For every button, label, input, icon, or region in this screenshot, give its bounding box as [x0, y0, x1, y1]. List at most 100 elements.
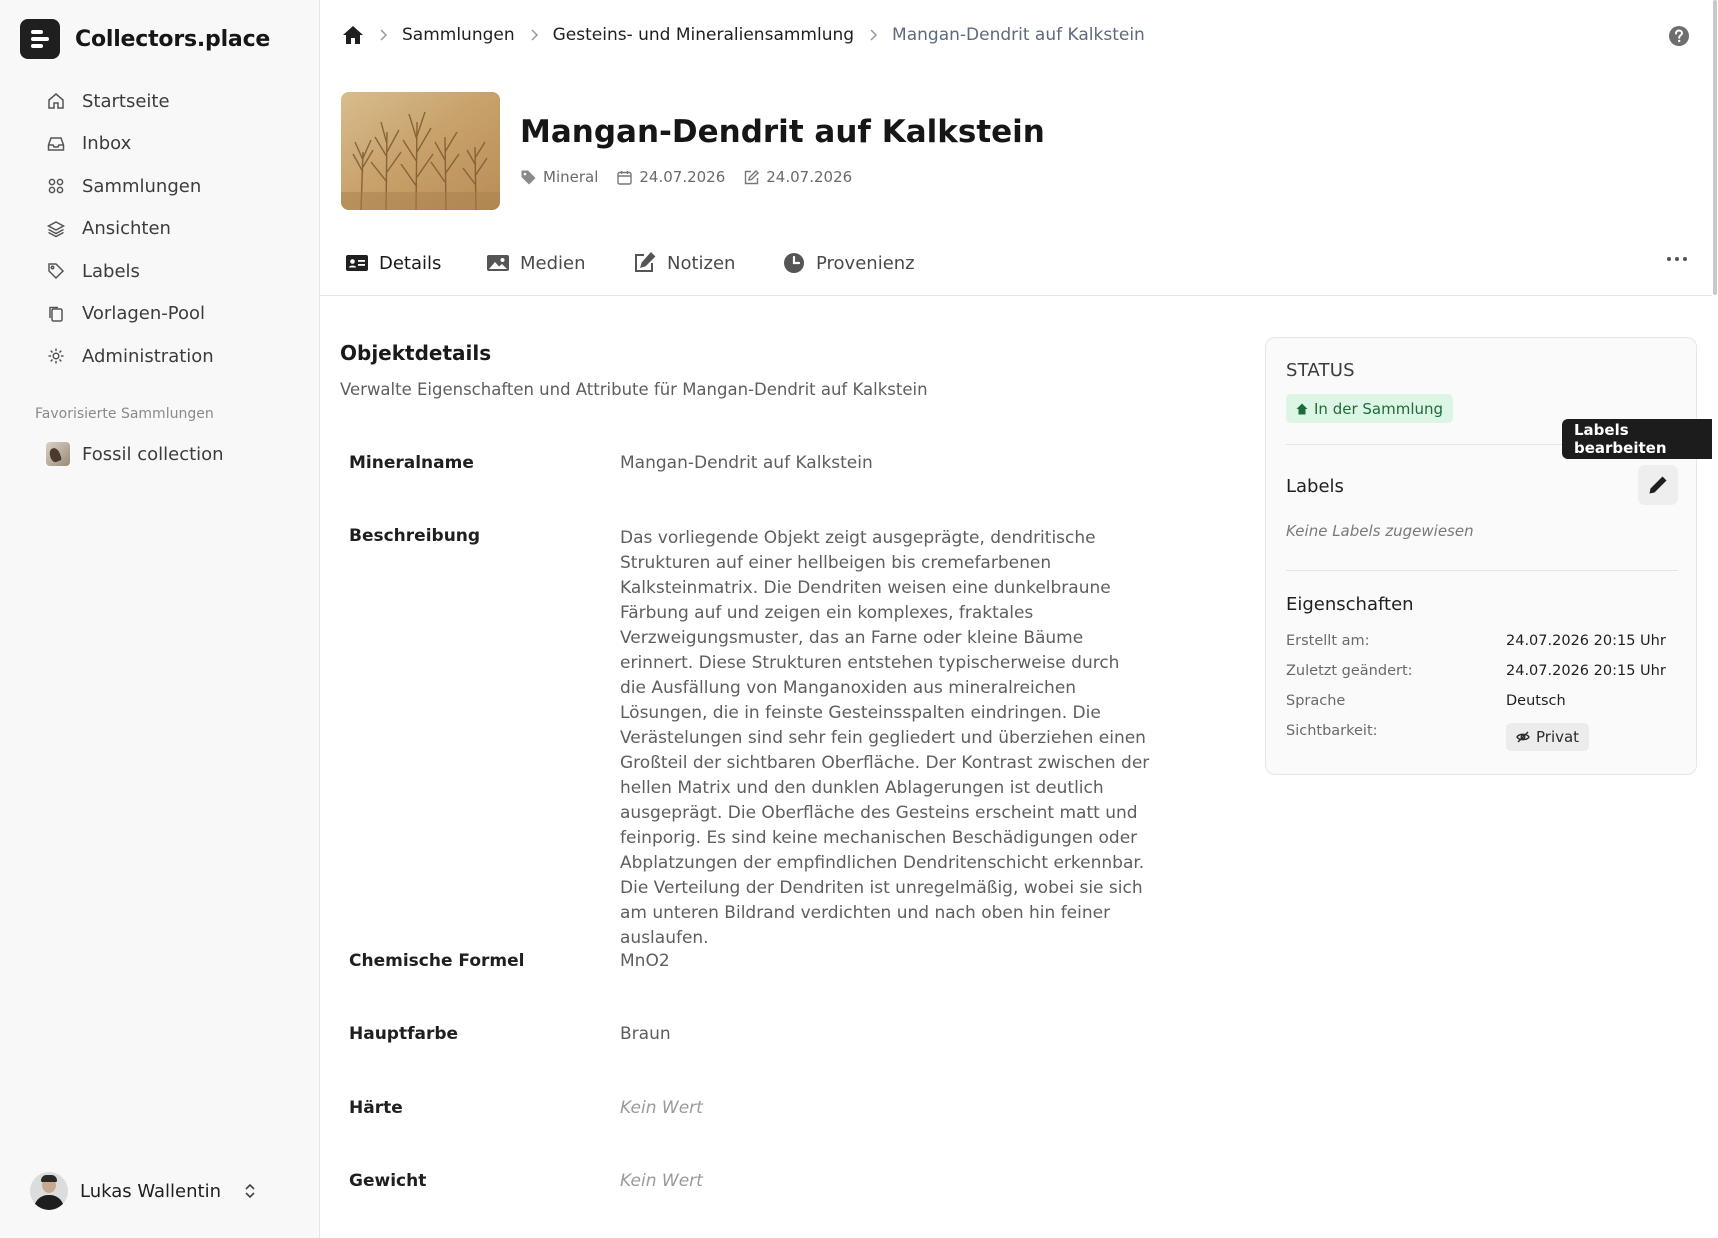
gear-icon	[48, 348, 64, 364]
object-image[interactable]	[341, 92, 500, 210]
section-title: Objektdetails	[340, 341, 492, 365]
tab-bar: Details Medien Notizen Provenienz	[320, 242, 1718, 296]
object-meta: Mineral 24.07.2026 24.07.2026	[520, 168, 852, 186]
avatar	[30, 1172, 68, 1210]
id-card-icon	[346, 255, 368, 271]
pencil-icon	[1649, 476, 1667, 494]
breadcrumb-item-sammlungen[interactable]: Sammlungen	[402, 25, 515, 45]
prop-value-modified: 24.07.2026 20:15 Uhr	[1506, 663, 1666, 679]
breadcrumb-item-collection[interactable]: Gesteins- und Mineraliensammlung	[553, 25, 854, 45]
tab-medien[interactable]: Medien	[486, 252, 586, 274]
sidebar-item-labels[interactable]: Labels	[0, 250, 320, 293]
sidebar: Collectors.place Startseite Inbox Sammlu…	[0, 0, 320, 1238]
field-value-mineralname[interactable]: Mangan-Dendrit auf Kalkstein	[620, 453, 873, 473]
home-icon[interactable]	[342, 24, 364, 46]
clock-icon	[784, 253, 804, 273]
sidebar-item-startseite[interactable]: Startseite	[0, 80, 320, 123]
tab-provenienz[interactable]: Provenienz	[782, 252, 915, 274]
meta-created: 24.07.2026	[616, 168, 725, 186]
eye-off-icon	[1516, 731, 1530, 743]
page-title: Mangan-Dendrit auf Kalkstein	[520, 114, 1045, 150]
sidebar-item-vorlagen-pool[interactable]: Vorlagen-Pool	[0, 293, 320, 336]
edit-icon	[635, 252, 656, 272]
field-label-gewicht: Gewicht	[349, 1171, 427, 1191]
favorite-fossil-collection[interactable]: Fossil collection	[46, 442, 224, 466]
field-value-chemische-formel[interactable]: MnO2	[620, 951, 670, 971]
status-badge[interactable]: In der Sammlung	[1286, 394, 1454, 423]
sidebar-item-administration[interactable]: Administration	[0, 335, 320, 378]
properties-heading: Eigenschaften	[1286, 594, 1414, 615]
chevron-right-icon	[870, 29, 878, 41]
field-value-beschreibung[interactable]: Das vorliegende Objekt zeigt ausgeprägte…	[620, 526, 1150, 951]
info-panel: STATUS In der Sammlung Labels Keine Labe…	[1265, 337, 1697, 775]
sidebar-item-label: Labels	[82, 260, 140, 282]
brand[interactable]: Collectors.place	[20, 19, 270, 59]
labels-empty: Keine Labels zugewiesen	[1286, 522, 1474, 540]
image-icon	[487, 255, 509, 271]
field-value-gewicht[interactable]: Kein Wert	[620, 1171, 703, 1191]
sidebar-nav: Startseite Inbox Sammlungen Ansichten La…	[0, 80, 320, 378]
sidebar-item-ansichten[interactable]: Ansichten	[0, 208, 320, 251]
visibility-value: Privat	[1536, 728, 1580, 746]
prop-key-created: Erstellt am:	[1286, 633, 1370, 649]
prop-key-language: Sprache	[1286, 693, 1346, 709]
tab-details[interactable]: Details	[345, 252, 441, 274]
inbox-icon	[47, 137, 65, 151]
copy-icon	[49, 306, 63, 322]
sidebar-item-label: Ansichten	[82, 218, 171, 240]
field-label-beschreibung: Beschreibung	[349, 526, 481, 546]
tab-label: Details	[379, 252, 442, 274]
grid-icon	[48, 178, 64, 194]
favorite-label: Fossil collection	[82, 443, 224, 465]
prop-key-modified: Zuletzt geändert:	[1286, 663, 1413, 679]
layers-icon	[46, 220, 66, 238]
sidebar-item-sammlungen[interactable]: Sammlungen	[0, 165, 320, 208]
brand-name: Collectors.place	[75, 26, 271, 52]
field-label-chemische-formel: Chemische Formel	[349, 951, 525, 971]
field-value-hauptfarbe[interactable]: Braun	[620, 1024, 671, 1044]
scrollbar-thumb[interactable]	[1713, 0, 1717, 295]
home-icon	[48, 93, 64, 109]
sidebar-item-label: Startseite	[82, 90, 170, 112]
tab-label: Provenienz	[816, 252, 915, 274]
tab-notizen[interactable]: Notizen	[633, 252, 735, 274]
tag-icon	[521, 170, 536, 184]
section-subtitle: Verwalte Eigenschaften und Attribute für…	[340, 380, 928, 399]
tag-icon	[48, 263, 65, 280]
scrollbar[interactable]	[1712, 0, 1718, 1238]
sidebar-item-label: Vorlagen-Pool	[82, 303, 206, 325]
user-name: Lukas Wallentin	[80, 1180, 221, 1202]
meta-created-date: 24.07.2026	[639, 168, 726, 186]
meta-modified-date: 24.07.2026	[766, 168, 853, 186]
edit-labels-button[interactable]	[1638, 465, 1678, 505]
home-icon	[1296, 403, 1308, 414]
calendar-icon	[617, 170, 633, 185]
visibility-badge[interactable]: Privat	[1506, 723, 1590, 751]
brand-logo-icon	[20, 19, 60, 59]
edit-labels-tooltip: Labels bearbeiten	[1562, 419, 1718, 459]
field-label-haerte: Härte	[349, 1098, 403, 1118]
field-label-hauptfarbe: Hauptfarbe	[349, 1024, 459, 1044]
user-menu[interactable]: Lukas Wallentin	[30, 1172, 257, 1210]
status-heading: STATUS	[1286, 360, 1355, 381]
chevron-right-icon	[380, 29, 388, 41]
status-value: In der Sammlung	[1314, 399, 1444, 418]
dendrite-image	[341, 92, 500, 210]
sidebar-item-label: Sammlungen	[82, 175, 202, 197]
prop-value-language: Deutsch	[1506, 693, 1566, 709]
chevron-updown-icon	[245, 1183, 255, 1199]
sidebar-item-label: Inbox	[82, 133, 132, 155]
tab-label: Notizen	[667, 252, 736, 274]
labels-heading: Labels	[1286, 476, 1344, 497]
help-icon[interactable]	[1668, 25, 1690, 47]
field-label-mineralname: Mineralname	[349, 453, 474, 473]
divider	[1286, 570, 1678, 571]
meta-type: Mineral	[520, 168, 598, 186]
chevron-right-icon	[531, 29, 538, 41]
favorites-heading: Favorisierte Sammlungen	[35, 406, 214, 422]
meta-modified: 24.07.2026	[743, 168, 852, 186]
field-value-haerte[interactable]: Kein Wert	[620, 1098, 703, 1118]
more-horizontal-icon[interactable]	[1666, 254, 1688, 264]
prop-key-visibility: Sichtbarkeit:	[1286, 723, 1378, 739]
sidebar-item-inbox[interactable]: Inbox	[0, 123, 320, 166]
